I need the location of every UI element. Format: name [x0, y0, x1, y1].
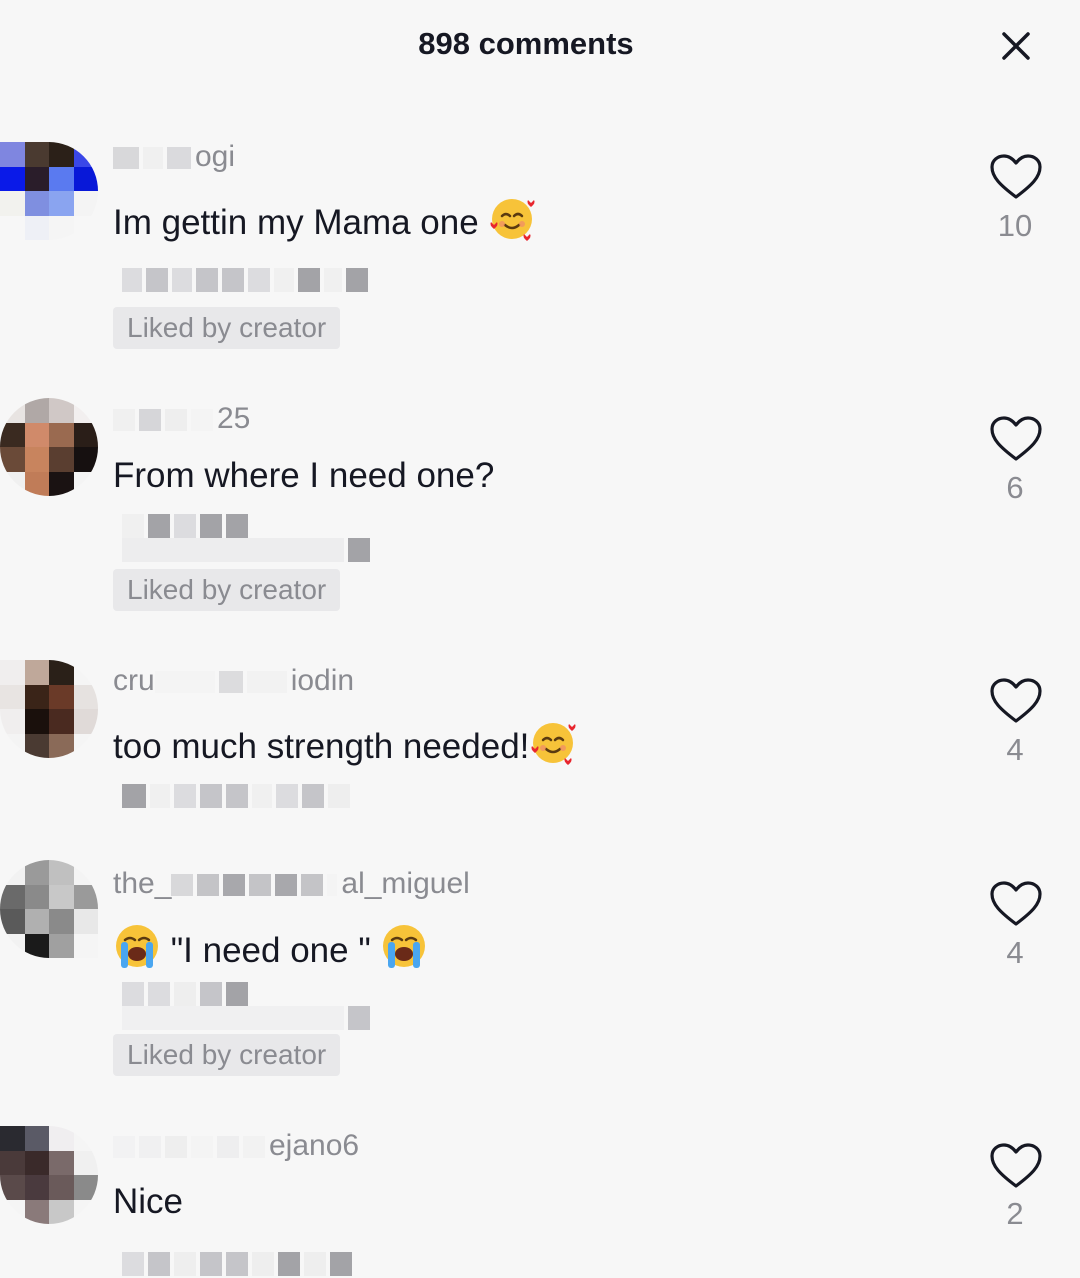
like-button[interactable]: [990, 154, 1042, 200]
liked-by-creator-badge: Liked by creator: [113, 1034, 341, 1076]
heart-icon[interactable]: [990, 416, 1042, 462]
comment-meta: [122, 536, 370, 564]
like-button[interactable]: [990, 416, 1042, 462]
like-count: 2: [1006, 1196, 1024, 1231]
comments-header: 898 comments: [0, 0, 1080, 92]
comment-username[interactable]: ogi: [113, 140, 235, 174]
comment-meta: [122, 266, 368, 294]
close-button[interactable]: [994, 24, 1038, 68]
smiling-face-with-hearts-icon: [531, 723, 576, 765]
comment-meta: [122, 782, 350, 810]
loudly-crying-face-icon: [116, 925, 158, 968]
heart-icon[interactable]: [990, 881, 1042, 927]
comment-username[interactable]: the_ al_miguel: [113, 867, 470, 901]
comments-count-title: 898 comments: [418, 26, 634, 61]
heart-icon[interactable]: [990, 678, 1042, 724]
comment-username[interactable]: cru iodin: [113, 664, 354, 698]
close-icon[interactable]: [994, 24, 1038, 68]
avatar[interactable]: [0, 860, 98, 958]
liked-by-creator-badge: Liked by creator: [113, 569, 341, 611]
comment-username[interactable]: ejano6: [113, 1129, 359, 1163]
comment-text: "I need one ": [113, 922, 428, 971]
avatar[interactable]: [0, 1126, 98, 1224]
comment-meta: [122, 1004, 370, 1032]
heart-icon[interactable]: [990, 154, 1042, 200]
avatar[interactable]: [0, 398, 98, 496]
like-button[interactable]: [990, 678, 1042, 724]
avatar[interactable]: [0, 142, 98, 240]
comment-username[interactable]: 25: [113, 402, 250, 436]
comment-text: Im gettin my Mama one: [113, 194, 536, 243]
like-count: 4: [1006, 732, 1024, 767]
smiling-face-with-hearts-icon: [490, 199, 536, 241]
like-count: 10: [997, 208, 1033, 243]
comment-text: From where I need one?: [113, 456, 495, 495]
comment-meta: [122, 1250, 352, 1278]
comment-text: too much strength needed!: [113, 718, 577, 767]
like-count: 4: [1006, 935, 1024, 970]
heart-icon[interactable]: [990, 1143, 1042, 1189]
avatar[interactable]: [0, 660, 98, 758]
like-count: 6: [1006, 470, 1024, 505]
like-button[interactable]: [990, 1143, 1042, 1189]
loudly-crying-face-icon: [383, 925, 426, 968]
liked-by-creator-badge: Liked by creator: [113, 307, 341, 349]
comment-text: Nice: [113, 1182, 184, 1221]
like-button[interactable]: [990, 881, 1042, 927]
